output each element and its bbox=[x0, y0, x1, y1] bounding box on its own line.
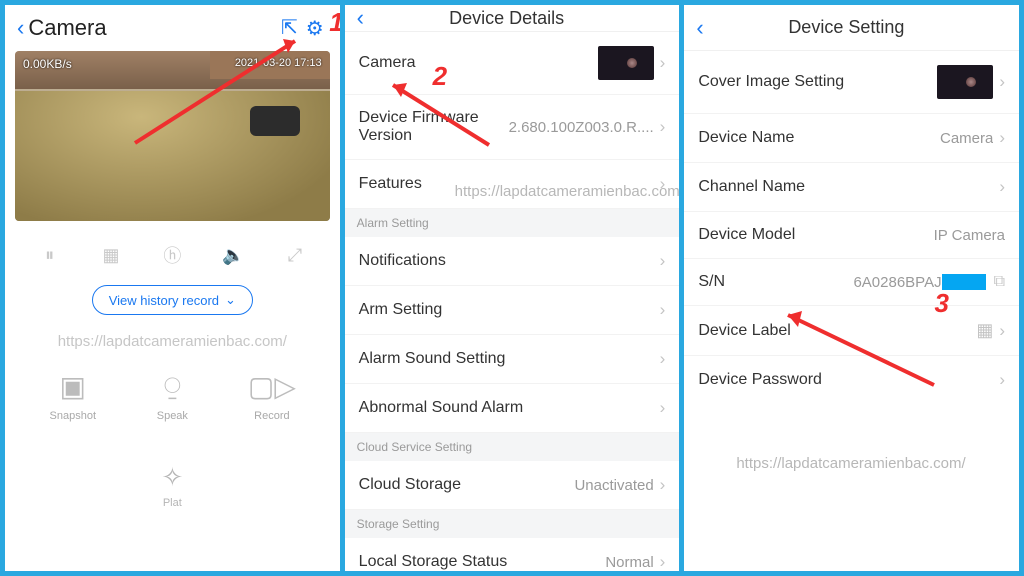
row-label: Abnormal Sound Alarm bbox=[359, 399, 524, 417]
chevron-right-icon: › bbox=[660, 552, 666, 571]
chevron-down-icon: ⌄ bbox=[225, 292, 236, 308]
row-label: Arm Setting bbox=[359, 301, 443, 319]
row-label: Camera bbox=[359, 54, 416, 72]
history-label: View history record bbox=[109, 293, 219, 308]
firmware-value: 2.680.100Z003.0.R.... bbox=[509, 119, 654, 136]
back-icon[interactable]: ‹ bbox=[357, 5, 368, 31]
video-icon: ▢▷ bbox=[222, 368, 322, 404]
chevron-right-icon: › bbox=[999, 321, 1005, 341]
row-label: Alarm Sound Setting bbox=[359, 350, 506, 368]
chevron-right-icon: › bbox=[660, 398, 666, 418]
watermark: https://lapdatcameramienbac.com/ bbox=[455, 183, 680, 200]
row-label: Device Model bbox=[698, 226, 795, 244]
camera-thumbnail bbox=[598, 46, 654, 80]
row-notifications[interactable]: Notifications › bbox=[345, 237, 680, 286]
copy-icon[interactable]: ⧉ bbox=[994, 273, 1005, 291]
screen-title: Device Details bbox=[368, 8, 645, 29]
chevron-right-icon: › bbox=[999, 72, 1005, 92]
sn-value: 6A0286BPAJ bbox=[853, 274, 941, 291]
row-label: Notifications bbox=[359, 252, 446, 270]
row-label: S/N bbox=[698, 273, 725, 291]
chevron-right-icon: › bbox=[999, 128, 1005, 148]
timestamp-label: 2021-03-20 17:13 bbox=[235, 57, 322, 69]
live-preview[interactable]: 0.00KB/s 2021-03-20 17:13 bbox=[15, 51, 330, 221]
back-icon[interactable]: ‹ bbox=[696, 15, 707, 41]
screen-device-details: ‹ Device Details Camera › Device Firmwar… bbox=[345, 5, 680, 571]
row-label: Device Password bbox=[698, 371, 822, 389]
row-label: Features bbox=[359, 175, 422, 193]
record-button[interactable]: ▢▷ Record bbox=[222, 368, 322, 422]
speak-button[interactable]: ⍜ Speak bbox=[123, 368, 223, 422]
row-channel-name[interactable]: Channel Name › bbox=[684, 163, 1019, 212]
camera-icon: ▣ bbox=[23, 368, 123, 404]
local-value: Normal bbox=[605, 554, 653, 571]
row-alarm-sound[interactable]: Alarm Sound Setting › bbox=[345, 335, 680, 384]
ptz-icon: ✧ bbox=[5, 462, 340, 493]
speaker-icon[interactable]: 🔈 bbox=[220, 241, 248, 269]
chevron-right-icon: › bbox=[660, 300, 666, 320]
screen-device-setting: ‹ Device Setting Cover Image Setting › D… bbox=[684, 5, 1019, 571]
pause-icon[interactable]: ⏸ bbox=[36, 241, 64, 269]
row-arm[interactable]: Arm Setting › bbox=[345, 286, 680, 335]
cloud-value: Unactivated bbox=[574, 477, 653, 494]
row-label: Device Name bbox=[698, 129, 794, 147]
qr-icon: ▦ bbox=[976, 320, 993, 341]
row-abnormal[interactable]: Abnormal Sound Alarm › bbox=[345, 384, 680, 433]
header: ‹ Camera ⇱ ⚙ bbox=[5, 5, 340, 51]
bitrate-label: 0.00KB/s bbox=[23, 57, 72, 71]
chevron-right-icon: › bbox=[999, 177, 1005, 197]
header: ‹ Device Details bbox=[345, 5, 680, 32]
chevron-right-icon: › bbox=[660, 251, 666, 271]
row-firmware[interactable]: Device Firmware Version 2.680.100Z003.0.… bbox=[345, 95, 680, 160]
chevron-right-icon: › bbox=[660, 117, 666, 137]
row-camera[interactable]: Camera › bbox=[345, 32, 680, 95]
device-model-value: IP Camera bbox=[934, 227, 1005, 244]
hd-icon[interactable]: ⓗ bbox=[158, 241, 186, 269]
section-alarm: Alarm Setting bbox=[345, 209, 680, 237]
chevron-right-icon: › bbox=[660, 53, 666, 73]
cover-thumbnail bbox=[937, 65, 993, 99]
row-label: Device Firmware Version bbox=[359, 109, 509, 145]
gear-icon[interactable]: ⚙ bbox=[302, 16, 328, 41]
grid-icon[interactable]: ▦ bbox=[97, 241, 125, 269]
row-device-model: Device Model IP Camera bbox=[684, 212, 1019, 259]
row-label: Device Label bbox=[698, 322, 791, 340]
row-cover-image[interactable]: Cover Image Setting › bbox=[684, 51, 1019, 114]
share-icon[interactable]: ⇱ bbox=[277, 15, 302, 40]
chevron-right-icon: › bbox=[660, 475, 666, 495]
section-storage: Storage Setting bbox=[345, 510, 680, 538]
screen-title: Camera bbox=[28, 15, 277, 41]
screen-camera-live: ‹ Camera ⇱ ⚙ 0.00KB/s 2021-03-20 17:13 ⏸… bbox=[5, 5, 340, 571]
row-label: Local Storage Status bbox=[359, 553, 508, 571]
sn-redacted bbox=[942, 274, 986, 290]
back-icon[interactable]: ‹ bbox=[17, 15, 28, 41]
row-device-label[interactable]: Device Label ▦ › bbox=[684, 306, 1019, 356]
row-label: Channel Name bbox=[698, 178, 805, 196]
watermark: https://lapdatcameramienbac.com/ bbox=[5, 333, 340, 350]
chevron-right-icon: › bbox=[660, 349, 666, 369]
mic-icon: ⍜ bbox=[123, 368, 223, 404]
row-sn: S/N 6A0286BPAJ ⧉ bbox=[684, 259, 1019, 306]
section-cloud: Cloud Service Setting bbox=[345, 433, 680, 461]
ptz-button[interactable]: ✧ Plat bbox=[5, 462, 340, 509]
row-label: Cover Image Setting bbox=[698, 73, 844, 91]
fullscreen-icon[interactable]: ⤢ bbox=[281, 241, 309, 269]
chevron-right-icon: › bbox=[999, 370, 1005, 390]
view-history-button[interactable]: View history record ⌄ bbox=[92, 285, 253, 315]
screen-title: Device Setting bbox=[708, 17, 985, 38]
header: ‹ Device Setting bbox=[684, 5, 1019, 51]
device-name-value: Camera bbox=[940, 130, 993, 147]
snapshot-button[interactable]: ▣ Snapshot bbox=[23, 368, 123, 422]
row-device-name[interactable]: Device Name Camera › bbox=[684, 114, 1019, 163]
player-controls: ⏸ ▦ ⓗ 🔈 ⤢ bbox=[5, 231, 340, 279]
row-local-status[interactable]: Local Storage Status Normal › bbox=[345, 538, 680, 571]
action-row: ▣ Snapshot ⍜ Speak ▢▷ Record bbox=[5, 360, 340, 422]
row-label: Cloud Storage bbox=[359, 476, 461, 494]
row-device-password[interactable]: Device Password › bbox=[684, 356, 1019, 404]
row-cloud-storage[interactable]: Cloud Storage Unactivated › bbox=[345, 461, 680, 510]
watermark: https://lapdatcameramienbac.com/ bbox=[736, 455, 965, 472]
